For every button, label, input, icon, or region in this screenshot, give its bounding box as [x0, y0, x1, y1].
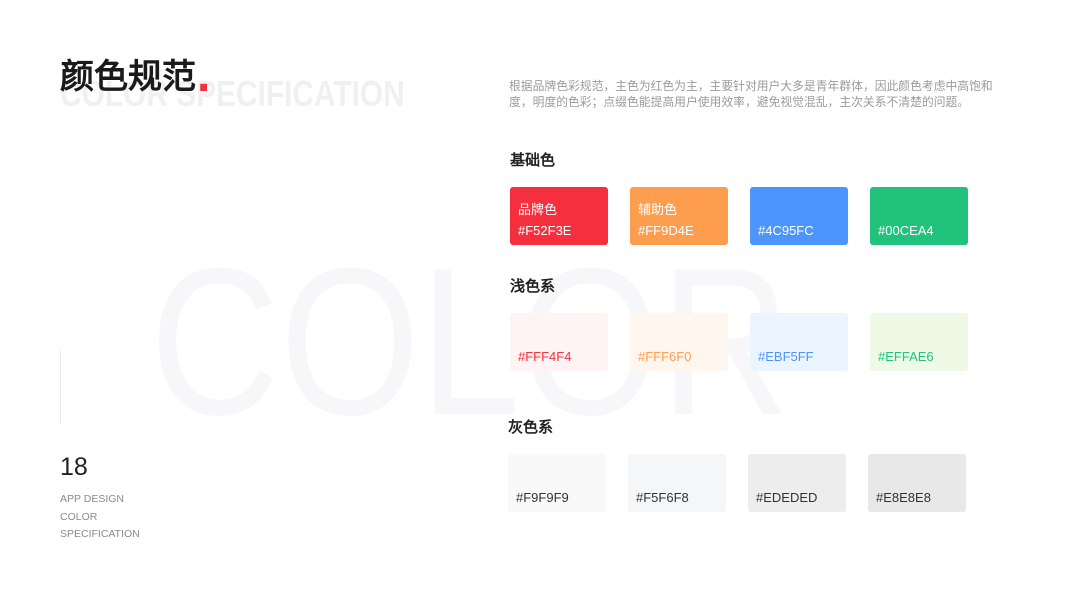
section-heading: 浅色系 [510, 278, 556, 295]
swatch-light-orange: #FFF6F0 [630, 313, 728, 371]
sidebar-label: COLOR [60, 510, 98, 523]
swatch-hex: #E8E8E8 [876, 490, 931, 505]
section-light-colors: 浅色系 #FFF4F4 #FFF6F0 #EBF5FF #EFFAE6 [510, 279, 968, 371]
swatch-row: #FFF4F4 #FFF6F0 #EBF5FF #EFFAE6 [510, 313, 968, 371]
sidebar-label: APP DESIGN [60, 493, 124, 505]
page-number: 18 [60, 453, 88, 481]
swatch-brand-color: 品牌色 #F52F3E [510, 187, 608, 245]
swatch-row: #F9F9F9 #F5F6F8 #EDEDED #E8E8E8 [508, 454, 966, 512]
swatch-hex: #F52F3E [518, 223, 572, 238]
swatch-light-blue: #EBF5FF [750, 313, 848, 371]
swatch-hex: #FFF4F4 [518, 349, 572, 364]
sidebar-labels: APP DESIGN COLOR SPECIFICATION [60, 491, 140, 544]
swatch-light-green: #EFFAE6 [870, 313, 968, 371]
swatch-blue: #4C95FC [750, 187, 848, 245]
section-gray-colors: 灰色系 #F9F9F9 #F5F6F8 #EDEDED #E8E8E8 [508, 420, 966, 512]
swatch-hex: #FF9D4E [638, 223, 694, 238]
description-paragraph: 根据品牌色彩规范，主色为红色为主，主要针对用户大多是青年群体，因此颜色考虑中高饱… [509, 79, 993, 109]
swatch-name: 品牌色 [518, 202, 558, 217]
swatch-hex: #EDEDED [756, 490, 818, 505]
swatch-hex: #00CEA4 [878, 223, 934, 238]
swatch-green: #00CEA4 [870, 187, 968, 245]
swatch-gray-1: #F9F9F9 [508, 454, 606, 512]
swatch-row: 品牌色 #F52F3E 辅助色 #FF9D4E #4C95FC #00CEA4 [510, 187, 968, 245]
section-heading: 基础色 [510, 152, 556, 169]
sidebar-divider [60, 350, 61, 425]
swatch-hex: #FFF6F0 [638, 349, 692, 364]
swatch-hex: #F5F6F8 [636, 490, 689, 505]
swatch-gray-4: #E8E8E8 [868, 454, 966, 512]
section-base-colors: 基础色 品牌色 #F52F3E 辅助色 #FF9D4E #4C95FC #00C… [510, 153, 968, 245]
swatch-gray-2: #F5F6F8 [628, 454, 726, 512]
swatch-light-red: #FFF4F4 [510, 313, 608, 371]
page-title: 颜色规范 [60, 58, 196, 96]
swatch-hex: #4C95FC [758, 223, 814, 238]
swatch-name: 辅助色 [638, 202, 678, 217]
title-accent-dot: . [197, 49, 211, 102]
swatch-gray-3: #EDEDED [748, 454, 846, 512]
swatch-secondary-color: 辅助色 #FF9D4E [630, 187, 728, 245]
sidebar-label: SPECIFICATION [60, 528, 140, 540]
swatch-hex: #F9F9F9 [516, 490, 569, 505]
swatch-hex: #EBF5FF [758, 349, 814, 364]
swatch-hex: #EFFAE6 [878, 349, 934, 364]
section-heading: 灰色系 [508, 419, 554, 436]
